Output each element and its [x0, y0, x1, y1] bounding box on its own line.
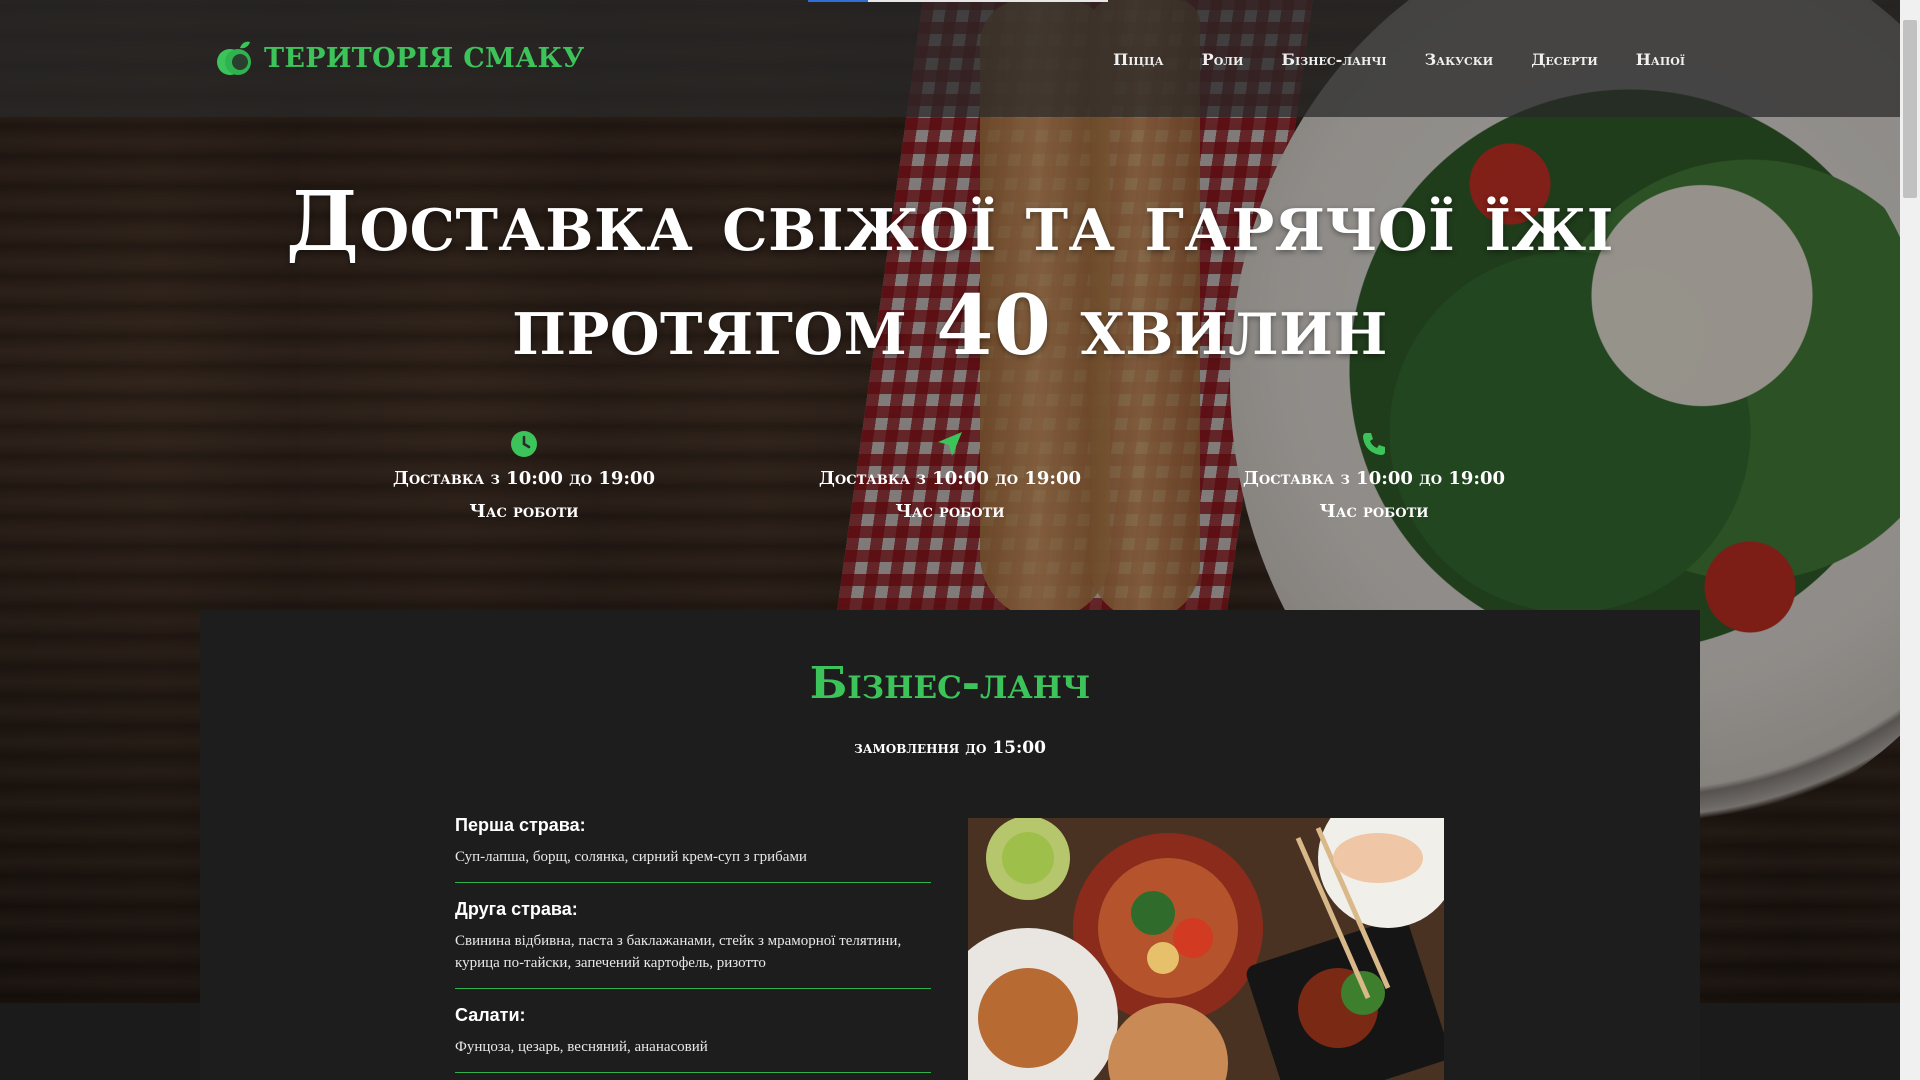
nav-item-rolls[interactable]: Роли: [1202, 50, 1244, 69]
nav-item-business-lunch[interactable]: Бізнес-ланчі: [1281, 50, 1386, 69]
list-item: Салати: Фунцоза, цезарь, весняний, анана…: [455, 1005, 931, 1073]
nav-item-drinks[interactable]: Напої: [1636, 50, 1685, 69]
section-title: Бізнес-ланч: [809, 658, 1091, 709]
features-row: Доставка з 10:00 до 19:00 Час роботи Дос…: [0, 430, 1900, 540]
location-arrow-icon: [936, 430, 964, 458]
hero-title-line1: Доставка свіжої та гарячої їжі: [286, 174, 1614, 270]
feature-line2: Час роботи: [1319, 501, 1429, 522]
list-item: Перша страва: Суп-лапша, борщ, солянка, …: [455, 815, 931, 883]
phone-icon: [1360, 430, 1388, 458]
section-subtitle: замовлення до 15:00: [854, 738, 1046, 758]
menu-item-heading: Салати:: [455, 1005, 526, 1025]
scrollbar[interactable]: [1900, 0, 1920, 1080]
asian-food-photo: [968, 818, 1444, 1080]
feature-line2: Час роботи: [469, 501, 579, 522]
top-progress-accent: [808, 0, 868, 2]
menu-item-text: Свинина відбивна, паста з баклажанами, с…: [455, 933, 902, 971]
menu-item-text: Фунцоза, цезарь, весняний, ананасовий: [455, 1039, 708, 1055]
main-nav: Піцца Роли Бізнес-ланчі Закуски Десерти …: [1113, 50, 1685, 69]
list-item: Друга страва: Свинина відбивна, паста з …: [455, 899, 931, 989]
menu-list: Перша страва: Суп-лапша, борщ, солянка, …: [455, 815, 931, 1080]
feature-line1: Доставка з 10:00 до 19:00: [818, 468, 1082, 489]
feature-hours: Доставка з 10:00 до 19:00 Час роботи: [374, 430, 674, 522]
nav-item-pizza[interactable]: Піцца: [1113, 50, 1163, 69]
logo-text: ТЕРИТОРІЯ СМАКУ: [264, 42, 585, 74]
nav-item-snacks[interactable]: Закуски: [1425, 50, 1494, 69]
clock-icon: [510, 430, 538, 458]
feature-line1: Доставка з 10:00 до 19:00: [392, 468, 656, 489]
menu-item-heading: Друга страва:: [455, 899, 578, 919]
scrollbar-thumb[interactable]: [1903, 20, 1917, 198]
feature-phone: Доставка з 10:00 до 19:00 Час роботи: [1224, 430, 1524, 522]
feature-line2: Час роботи: [895, 501, 1005, 522]
menu-item-heading: Перша страва:: [455, 815, 586, 835]
logo[interactable]: ТЕРИТОРІЯ СМАКУ: [216, 38, 585, 78]
apple-logo-icon: [216, 38, 256, 78]
hero-title-line2: протягом 40 хвилин: [512, 278, 1388, 374]
feature-line1: Доставка з 10:00 до 19:00: [1242, 468, 1506, 489]
page: ТЕРИТОРІЯ СМАКУ Піцца Роли Бізнес-ланчі …: [0, 0, 1900, 1080]
feature-delivery: Доставка з 10:00 до 19:00 Час роботи: [800, 430, 1100, 522]
business-lunch-card: Бізнес-ланч замовлення до 15:00 Перша ст…: [200, 610, 1700, 1080]
site-header: ТЕРИТОРІЯ СМАКУ Піцца Роли Бізнес-ланчі …: [0, 0, 1900, 117]
top-progress-line: [808, 0, 1108, 2]
hero-title: Доставка свіжої та гарячої їжі протягом …: [200, 170, 1700, 378]
nav-item-desserts[interactable]: Десерти: [1531, 50, 1598, 69]
menu-item-text: Суп-лапша, борщ, солянка, сирний крем-су…: [455, 849, 807, 865]
